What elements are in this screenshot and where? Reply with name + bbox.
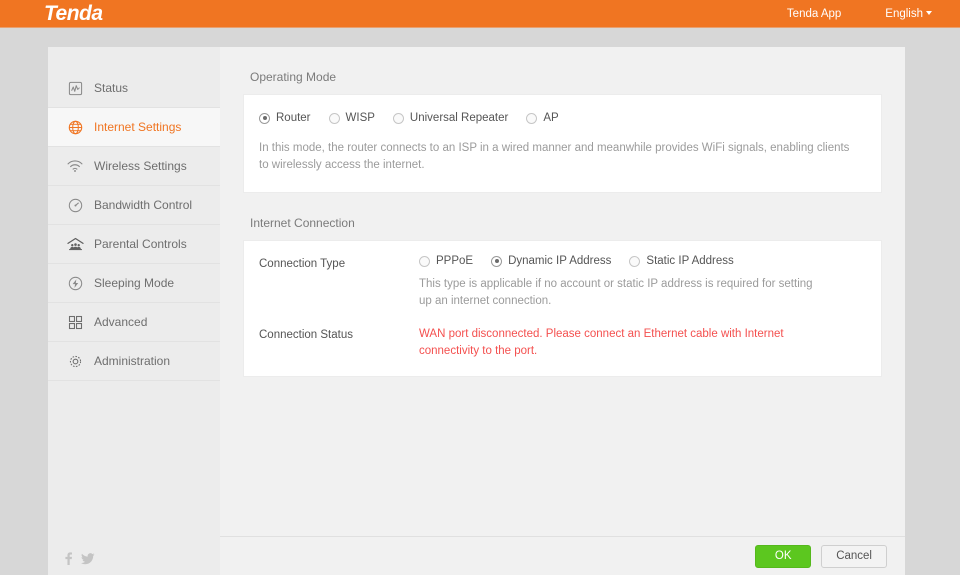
- header-links: Tenda App English: [787, 0, 960, 28]
- sidebar-top-spacer: [48, 47, 220, 69]
- radio-indicator[interactable]: [491, 255, 503, 267]
- radio-label: WISP: [345, 112, 375, 124]
- operating-mode-title: Operating Mode: [250, 70, 337, 84]
- cancel-button[interactable]: Cancel: [821, 544, 887, 568]
- internet-connection-card: Connection Type PPPoE Dynamic IP Address: [243, 240, 882, 377]
- radio-indicator[interactable]: [328, 112, 340, 124]
- main-content: Operating Mode Router WISP Universal Rep…: [220, 47, 905, 536]
- gauge-icon: [65, 195, 85, 215]
- sidebar-item-internet-settings[interactable]: Internet Settings: [48, 108, 220, 147]
- radio-indicator[interactable]: [526, 112, 538, 124]
- sidebar-item-label: Bandwidth Control: [94, 198, 193, 212]
- connection-status-value: WAN port disconnected. Please connect an…: [419, 328, 784, 357]
- radio-indicator[interactable]: [419, 255, 430, 267]
- sidebar-item-sleeping-mode[interactable]: Sleeping Mode: [48, 264, 220, 303]
- operating-mode-option-ap[interactable]: AP: [526, 112, 559, 124]
- connection-type-option-dynamic-ip[interactable]: Dynamic IP Address: [491, 255, 611, 267]
- gear-icon: [65, 351, 85, 371]
- connection-type-option-pppoe[interactable]: PPPoE: [419, 255, 473, 267]
- operating-mode-option-wisp[interactable]: WISP: [328, 112, 375, 124]
- grid-squares-icon: [65, 312, 85, 332]
- radio-indicator[interactable]: [629, 255, 641, 267]
- tenda-logo: Tenda: [44, 2, 103, 25]
- main-panel: Operating Mode Router WISP Universal Rep…: [220, 47, 905, 575]
- connection-status-row: Connection Status WAN port disconnected.…: [259, 326, 866, 360]
- sidebar-item-label: Status: [94, 81, 129, 95]
- sidebar-item-label: Sleeping Mode: [94, 276, 175, 290]
- radio-indicator[interactable]: [259, 112, 270, 124]
- connection-type-body: PPPoE Dynamic IP Address Static IP Addre…: [419, 255, 866, 310]
- app-header: Tenda Tenda App English: [0, 0, 960, 28]
- connection-type-row: Connection Type PPPoE Dynamic IP Address: [259, 255, 866, 310]
- sidebar-item-parental-controls[interactable]: Parental Controls: [48, 225, 220, 264]
- radio-label: Dynamic IP Address: [508, 255, 612, 267]
- social-links: [64, 552, 95, 565]
- sidebar-item-label: Internet Settings: [94, 120, 182, 134]
- operating-mode-radio-group: Router WISP Universal Repeater AP: [259, 112, 866, 124]
- radio-label: Static IP Address: [646, 255, 734, 267]
- chevron-down-icon: [926, 11, 932, 15]
- page-stage: Status Internet Settings Wireless Settin…: [0, 29, 960, 575]
- connection-type-help: This type is applicable if no account or…: [419, 278, 813, 307]
- operating-mode-card: Router WISP Universal Repeater AP In thi…: [243, 94, 882, 193]
- radio-label: Router: [276, 112, 311, 124]
- connection-type-option-static-ip[interactable]: Static IP Address: [629, 255, 734, 267]
- sidebar: Status Internet Settings Wireless Settin…: [48, 47, 220, 575]
- power-circle-icon: [65, 273, 85, 293]
- language-selector[interactable]: English: [885, 0, 932, 28]
- radio-indicator[interactable]: [392, 112, 404, 124]
- operating-mode-option-universal-repeater[interactable]: Universal Repeater: [392, 112, 509, 124]
- chart-square-icon: [65, 78, 85, 98]
- internet-connection-title: Internet Connection: [250, 216, 355, 230]
- connection-status-label: Connection Status: [259, 329, 353, 341]
- form-action-bar: OK Cancel: [220, 536, 905, 575]
- sidebar-item-label: Administration: [94, 354, 171, 368]
- family-home-icon: [65, 234, 85, 254]
- connection-type-radio-group: PPPoE Dynamic IP Address Static IP Addre…: [419, 255, 866, 267]
- radio-label: PPPoE: [436, 255, 474, 267]
- connection-type-label: Connection Type: [259, 258, 346, 270]
- operating-mode-option-router[interactable]: Router: [259, 112, 311, 124]
- ok-button[interactable]: OK: [755, 544, 812, 568]
- globe-icon: [65, 117, 85, 137]
- wifi-icon: [65, 156, 85, 176]
- radio-label: AP: [543, 112, 559, 124]
- language-label: English: [885, 8, 923, 20]
- sidebar-item-label: Advanced: [94, 315, 148, 329]
- facebook-icon[interactable]: [64, 552, 73, 565]
- twitter-icon[interactable]: [81, 552, 95, 565]
- sidebar-item-label: Wireless Settings: [94, 159, 187, 173]
- sidebar-item-bandwidth-control[interactable]: Bandwidth Control: [48, 186, 220, 225]
- connection-status-body: WAN port disconnected. Please connect an…: [419, 326, 866, 360]
- operating-mode-description: In this mode, the router connects to an …: [259, 142, 850, 171]
- sidebar-item-label: Parental Controls: [94, 237, 187, 251]
- sidebar-item-advanced[interactable]: Advanced: [48, 303, 220, 342]
- sidebar-item-wireless-settings[interactable]: Wireless Settings: [48, 147, 220, 186]
- radio-label: Universal Repeater: [409, 112, 509, 124]
- sidebar-item-status[interactable]: Status: [48, 69, 220, 108]
- sidebar-item-administration[interactable]: Administration: [48, 342, 220, 381]
- tenda-app-link[interactable]: Tenda App: [787, 0, 841, 28]
